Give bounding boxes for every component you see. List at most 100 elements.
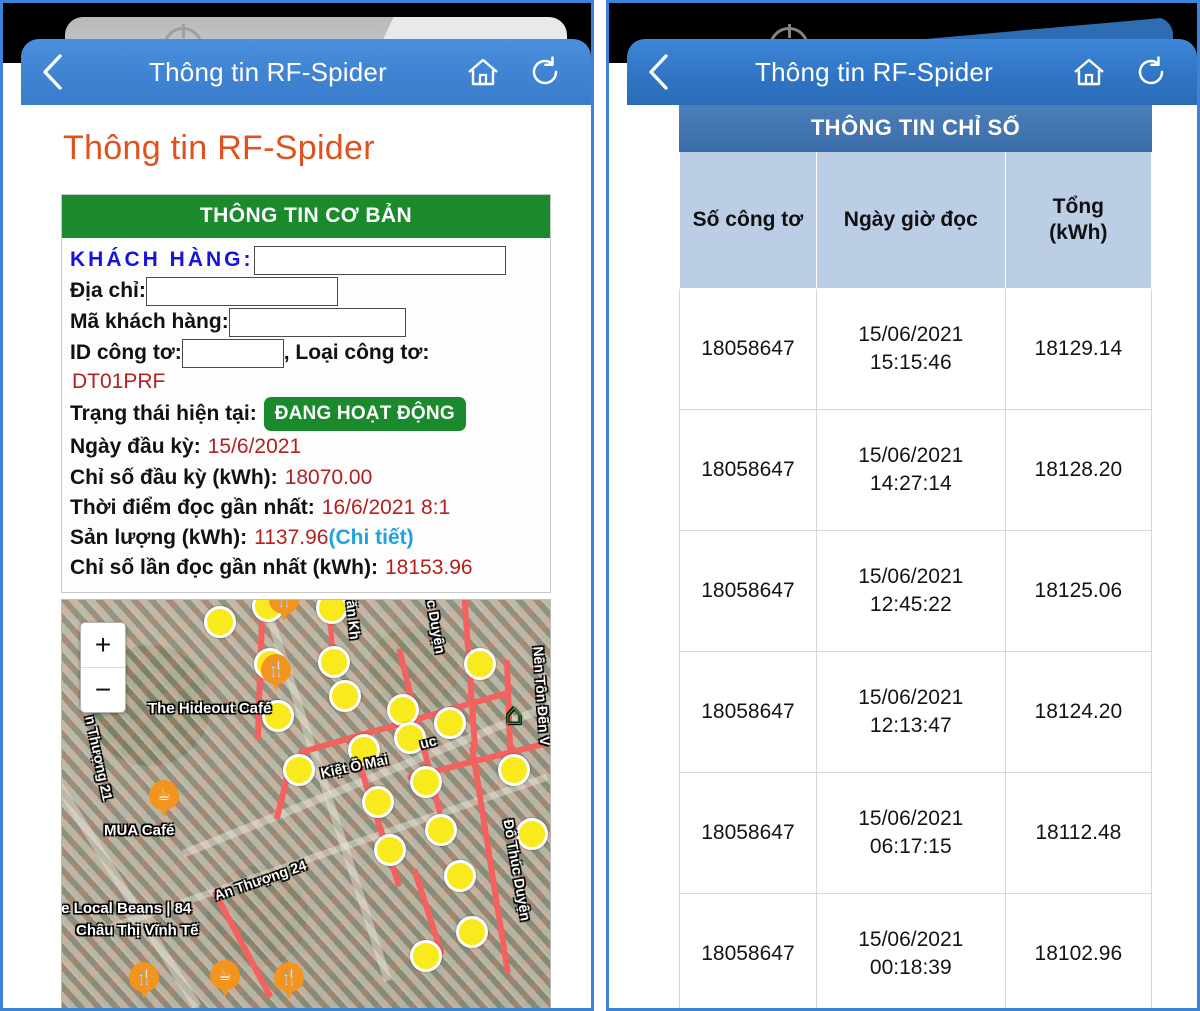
- cell-meter: 18058647: [680, 773, 817, 894]
- topbar-title: Thông tin RF-Spider: [679, 57, 1069, 88]
- basic-info-header: THÔNG TIN CƠ BẢN: [62, 195, 550, 238]
- cell-datetime: 15/06/2021 00:18:39: [816, 894, 1005, 1009]
- table-row[interactable]: 18058647 15/06/2021 15:15:46 18129.14: [680, 289, 1152, 410]
- meter-type-value: DT01PRF: [72, 370, 544, 394]
- meter-node[interactable]: [444, 860, 476, 892]
- row-status: Trạng thái hiện tại: ĐANG HOẠT ĐỘNG: [70, 397, 544, 431]
- cell-datetime: 15/06/2021 06:17:15: [816, 773, 1005, 894]
- meter-node[interactable]: [387, 694, 419, 726]
- cell-time: 12:13:47: [823, 712, 999, 740]
- cell-meter: 18058647: [680, 894, 817, 1009]
- meter-node[interactable]: [348, 734, 380, 766]
- poi-restaurant[interactable]: 🍴: [129, 962, 159, 1000]
- basic-info-body: KHÁCH HÀNG: Địa chỉ: Mã khách hàng: ID c…: [62, 238, 550, 592]
- cell-datetime: 15/06/2021 12:13:47: [816, 652, 1005, 773]
- basic-info-card: THÔNG TIN CƠ BẢN KHÁCH HÀNG: Địa chỉ: Mã…: [61, 194, 551, 593]
- zoom-in-button[interactable]: +: [81, 623, 125, 668]
- meter-node[interactable]: [456, 916, 488, 948]
- meter-node[interactable]: [516, 818, 548, 850]
- readings-table: Số công tơ Ngày giờ đọc Tổng (kWh) 18058…: [679, 152, 1152, 1008]
- cell-total: 18112.48: [1005, 773, 1151, 894]
- table-row[interactable]: 18058647 15/06/2021 14:27:14 18128.20: [680, 410, 1152, 531]
- cell-time: 06:17:15: [823, 833, 999, 861]
- column-header-total: Tổng (kWh): [1005, 152, 1151, 289]
- column-header-meter: Số công tơ: [680, 152, 817, 289]
- cell-time: 00:18:39: [823, 954, 999, 982]
- poi-cafe[interactable]: ☕: [210, 960, 240, 998]
- poi-restaurant[interactable]: 🍴: [274, 962, 304, 1000]
- meter-node[interactable]: [374, 834, 406, 866]
- refresh-button[interactable]: [1131, 52, 1171, 92]
- cell-time: 12:45:22: [823, 591, 999, 619]
- customer-code-input[interactable]: [229, 308, 406, 337]
- row-customer: KHÁCH HÀNG:: [70, 246, 544, 275]
- meter-node[interactable]: [410, 766, 442, 798]
- cell-date: 15/06/2021: [823, 926, 999, 954]
- topbar-title: Thông tin RF-Spider: [73, 57, 463, 88]
- period-start-label: Ngày đầu kỳ:: [70, 433, 201, 461]
- cell-datetime: 15/06/2021 15:15:46: [816, 289, 1005, 410]
- row-meter-id: ID công tơ: , Loại công tơ:: [70, 339, 544, 368]
- output-detail-link[interactable]: (Chi tiết): [328, 524, 413, 552]
- customer-input[interactable]: [254, 246, 506, 275]
- table-row[interactable]: 18058647 15/06/2021 12:45:22 18125.06: [680, 531, 1152, 652]
- cell-total: 18125.06: [1005, 531, 1151, 652]
- phone-panel-right: Thông tin RF-Spider: [606, 0, 1200, 1011]
- cell-total: 18124.20: [1005, 652, 1151, 773]
- meter-node[interactable]: [204, 606, 236, 638]
- table-row[interactable]: 18058647 15/06/2021 12:13:47 18124.20: [680, 652, 1152, 773]
- table-row[interactable]: 18058647 15/06/2021 06:17:15 18112.48: [680, 773, 1152, 894]
- meter-node[interactable]: [362, 786, 394, 818]
- topbar-actions: [463, 52, 591, 92]
- poi-restaurant[interactable]: 🍴: [269, 599, 299, 622]
- app-topbar-right: Thông tin RF-Spider: [627, 39, 1197, 105]
- poi-cafe[interactable]: ☕: [149, 780, 179, 818]
- meter-id-input[interactable]: [182, 339, 284, 368]
- cell-meter: 18058647: [680, 289, 817, 410]
- app-topbar-left: Thông tin RF-Spider: [21, 39, 591, 105]
- cell-total: 18128.20: [1005, 410, 1151, 531]
- meter-node[interactable]: [283, 754, 315, 786]
- meter-node[interactable]: [318, 646, 350, 678]
- cell-time: 14:27:14: [823, 470, 999, 498]
- meter-node[interactable]: [434, 707, 466, 739]
- poi-restaurant[interactable]: 🍴: [261, 654, 291, 692]
- readings-table-banner: THÔNG TIN CHỈ SỐ: [679, 105, 1152, 152]
- row-period-start: Ngày đầu kỳ: 15/6/2021: [70, 433, 544, 461]
- last-read-value: 16/6/2021 8:1: [322, 494, 450, 522]
- index-start-value: 18070.00: [285, 464, 373, 492]
- row-index-start: Chỉ số đầu kỳ (kWh): 18070.00: [70, 464, 544, 492]
- home-button[interactable]: [463, 52, 503, 92]
- meter-node[interactable]: [410, 940, 442, 972]
- meter-node[interactable]: [425, 814, 457, 846]
- row-last-read: Thời điểm đọc gần nhất: 16/6/2021 8:1: [70, 494, 544, 522]
- zoom-out-button[interactable]: −: [81, 668, 125, 712]
- meter-node[interactable]: [262, 700, 294, 732]
- map-zoom-controls: + −: [80, 622, 126, 713]
- meter-node[interactable]: [329, 680, 361, 712]
- meter-node[interactable]: [498, 754, 530, 786]
- period-start-value: 15/6/2021: [208, 433, 301, 461]
- last-read-label: Thời điểm đọc gần nhất:: [70, 494, 315, 522]
- meter-type-label: , Loại công tơ:: [284, 339, 430, 367]
- cell-date: 15/06/2021: [823, 563, 999, 591]
- cell-date: 15/06/2021: [823, 442, 999, 470]
- home-button[interactable]: [1069, 52, 1109, 92]
- meter-node[interactable]: [394, 722, 426, 754]
- gateway-house-icon[interactable]: ⌂: [505, 700, 523, 730]
- cell-datetime: 15/06/2021 12:45:22: [816, 531, 1005, 652]
- status-label: Trạng thái hiện tại:: [70, 400, 257, 428]
- table-row[interactable]: 18058647 15/06/2021 00:18:39 18102.96: [680, 894, 1152, 1009]
- home-icon: [1072, 56, 1106, 88]
- phone-panel-left: Thông tin RF-Spider Thôn: [0, 0, 594, 1011]
- last-index-value: 18153.96: [385, 554, 473, 582]
- refresh-button[interactable]: [525, 52, 565, 92]
- refresh-icon: [1134, 55, 1168, 89]
- cell-total: 18129.14: [1005, 289, 1151, 410]
- row-output: Sản lượng (kWh): 1137.96 (Chi tiết): [70, 524, 544, 552]
- status-badge: ĐANG HOẠT ĐỘNG: [264, 397, 466, 431]
- meter-node[interactable]: [464, 648, 496, 680]
- left-content: Thông tin RF-Spider THÔNG TIN CƠ BẢN KHÁ…: [21, 105, 591, 1008]
- rf-spider-map[interactable]: ⌂ 🍴 🍴 ☕ 🍴 ☕ 🍴: [61, 599, 551, 1008]
- address-input[interactable]: [146, 277, 338, 306]
